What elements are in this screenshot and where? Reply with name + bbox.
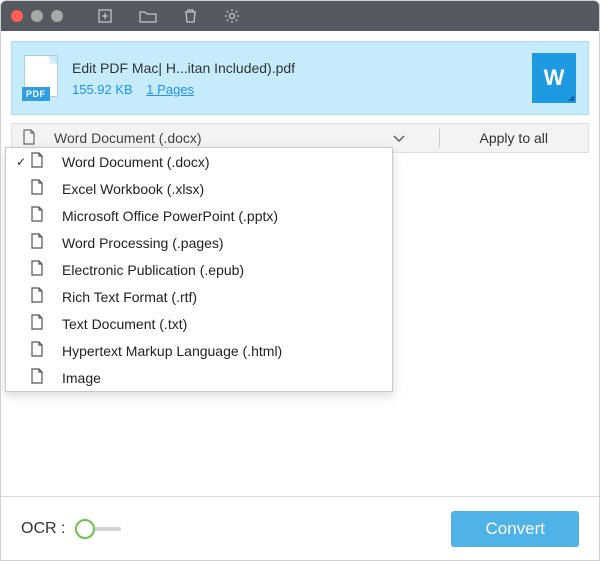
output-format-icon[interactable]: W — [532, 53, 576, 103]
window-minimize-button[interactable] — [31, 10, 43, 22]
file-meta: Edit PDF Mac| H...itan Included).pdf 155… — [72, 60, 518, 97]
convert-button[interactable]: Convert — [451, 511, 579, 547]
file-size: 155.92 KB — [72, 82, 133, 97]
document-icon — [30, 368, 48, 387]
apply-to-all-button[interactable]: Apply to all — [460, 130, 584, 146]
format-option[interactable]: Electronic Publication (.epub) — [6, 256, 392, 283]
format-dropdown: ✓ Word Document (.docx) Excel Workbook (.x… — [5, 147, 393, 392]
format-option-label: Electronic Publication (.epub) — [62, 262, 384, 278]
document-icon — [30, 260, 48, 279]
format-option-label: Microsoft Office PowerPoint (.pptx) — [62, 208, 384, 224]
ocr-label: OCR : — [21, 520, 65, 538]
pdf-file-icon: PDF — [24, 55, 58, 101]
format-option-label: Image — [62, 370, 384, 386]
format-option[interactable]: Hypertext Markup Language (.html) — [6, 337, 392, 364]
titlebar — [1, 1, 599, 31]
format-option[interactable]: Rich Text Format (.rtf) — [6, 283, 392, 310]
output-format-letter: W — [544, 65, 565, 91]
format-option[interactable]: ✓ Word Document (.docx) — [6, 148, 392, 175]
document-icon — [30, 233, 48, 252]
file-banner: PDF Edit PDF Mac| H...itan Included).pdf… — [11, 41, 589, 115]
format-option-label: Hypertext Markup Language (.html) — [62, 343, 384, 359]
format-option[interactable]: Excel Workbook (.xlsx) — [6, 175, 392, 202]
pdf-badge: PDF — [22, 87, 50, 101]
window-zoom-button[interactable] — [51, 10, 63, 22]
file-pages-link[interactable]: 1 Pages — [146, 82, 194, 97]
add-file-icon[interactable] — [97, 8, 113, 24]
chevron-down-icon — [393, 131, 405, 146]
gear-icon[interactable] — [224, 8, 240, 24]
format-option[interactable]: Text Document (.txt) — [6, 310, 392, 337]
app-window: PDF Edit PDF Mac| H...itan Included).pdf… — [0, 0, 600, 561]
document-icon — [30, 341, 48, 360]
format-option-label: Text Document (.txt) — [62, 316, 384, 332]
ocr-toggle[interactable] — [75, 519, 121, 539]
folder-icon[interactable] — [139, 8, 157, 24]
format-option-label: Excel Workbook (.xlsx) — [62, 181, 384, 197]
check-icon: ✓ — [12, 155, 30, 169]
document-icon — [30, 314, 48, 333]
trash-icon[interactable] — [183, 8, 198, 24]
format-option[interactable]: Image — [6, 364, 392, 391]
format-option-label: Rich Text Format (.rtf) — [62, 289, 384, 305]
format-option[interactable]: Microsoft Office PowerPoint (.pptx) — [6, 202, 392, 229]
document-icon — [22, 129, 36, 148]
toolbar — [97, 8, 240, 24]
document-icon — [30, 152, 48, 171]
footer: OCR : Convert — [1, 496, 599, 560]
window-close-button[interactable] — [11, 10, 23, 22]
document-icon — [30, 206, 48, 225]
selected-format-label: Word Document (.docx) — [54, 130, 379, 146]
format-option-label: Word Processing (.pages) — [62, 235, 384, 251]
format-option[interactable]: Word Processing (.pages) — [6, 229, 392, 256]
divider — [439, 129, 440, 147]
format-option-label: Word Document (.docx) — [62, 154, 384, 170]
document-icon — [30, 287, 48, 306]
document-icon — [30, 179, 48, 198]
file-name: Edit PDF Mac| H...itan Included).pdf — [72, 60, 518, 76]
